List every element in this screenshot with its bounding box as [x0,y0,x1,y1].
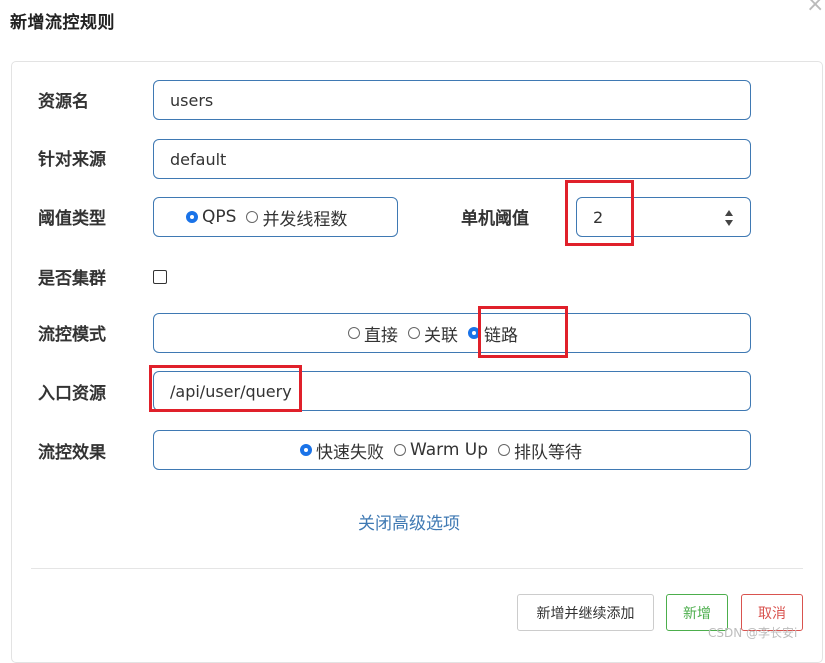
ref-resource-label: 入口资源 [38,384,106,404]
dialog-title: 新增流控规则 [10,13,115,33]
close-icon[interactable]: × [806,0,824,16]
behavior-option-label: Warm Up [410,440,489,460]
behavior-option-queue[interactable]: 排队等待 [498,438,582,463]
number-spinner-icon[interactable] [724,210,734,226]
radio-checked-icon[interactable] [186,211,198,223]
highlight-box-chain [478,306,568,358]
limit-app-value: default [170,149,227,169]
control-behavior-label: 流控效果 [38,443,106,463]
add-flow-rule-dialog: 新增流控规则 × 资源名 users 针对来源 default 阈值类型 QPS… [0,0,825,663]
highlight-box-threshold [565,180,634,246]
control-behavior-radio-group: 快速失败 Warm Up 排队等待 [153,430,751,470]
strategy-option-direct[interactable]: 直接 [348,321,398,346]
grade-option-thread[interactable]: 并发线程数 [246,205,347,230]
resource-name-value: users [170,90,214,110]
spin-up-icon[interactable] [725,210,733,216]
grade-radio-group: QPS 并发线程数 [153,197,398,237]
strategy-option-label: 关联 [424,325,458,346]
spin-down-icon[interactable] [725,220,733,226]
highlight-box-ref-resource [149,365,302,412]
cluster-checkbox[interactable] [153,270,167,284]
radio-checked-icon[interactable] [300,444,312,456]
radio-unchecked-icon[interactable] [498,444,511,456]
limit-app-input[interactable]: default [153,139,751,179]
cluster-label: 是否集群 [38,269,106,289]
strategy-option-relate[interactable]: 关联 [408,321,458,346]
add-and-continue-button[interactable]: 新增并继续添加 [517,594,654,631]
strategy-label: 流控模式 [38,325,106,345]
threshold-label: 单机阈值 [461,209,529,229]
radio-unchecked-icon[interactable] [246,211,259,223]
grade-option-label: QPS [202,207,237,227]
radio-unchecked-icon[interactable] [394,444,406,456]
behavior-option-warm-up[interactable]: Warm Up [394,440,488,460]
radio-unchecked-icon[interactable] [348,327,360,339]
resource-name-label: 资源名 [38,92,89,112]
behavior-option-label: 排队等待 [514,442,583,463]
radio-unchecked-icon[interactable] [408,327,420,339]
limit-app-label: 针对来源 [38,150,106,170]
grade-label: 阈值类型 [38,209,106,229]
close-advanced-options-link[interactable]: 关闭高级选项 [358,509,460,534]
strategy-option-label: 直接 [364,325,398,346]
grade-option-label: 并发线程数 [262,209,348,230]
resource-name-input[interactable]: users [153,80,751,120]
watermark: CSDN @李长安i [708,626,798,640]
behavior-option-label: 快速失败 [316,442,384,463]
behavior-option-fail-fast[interactable]: 快速失败 [300,438,384,463]
strategy-radio-group: 直接 关联 链路 [153,313,751,353]
grade-option-qps[interactable]: QPS [186,207,236,227]
footer-divider [31,568,803,569]
